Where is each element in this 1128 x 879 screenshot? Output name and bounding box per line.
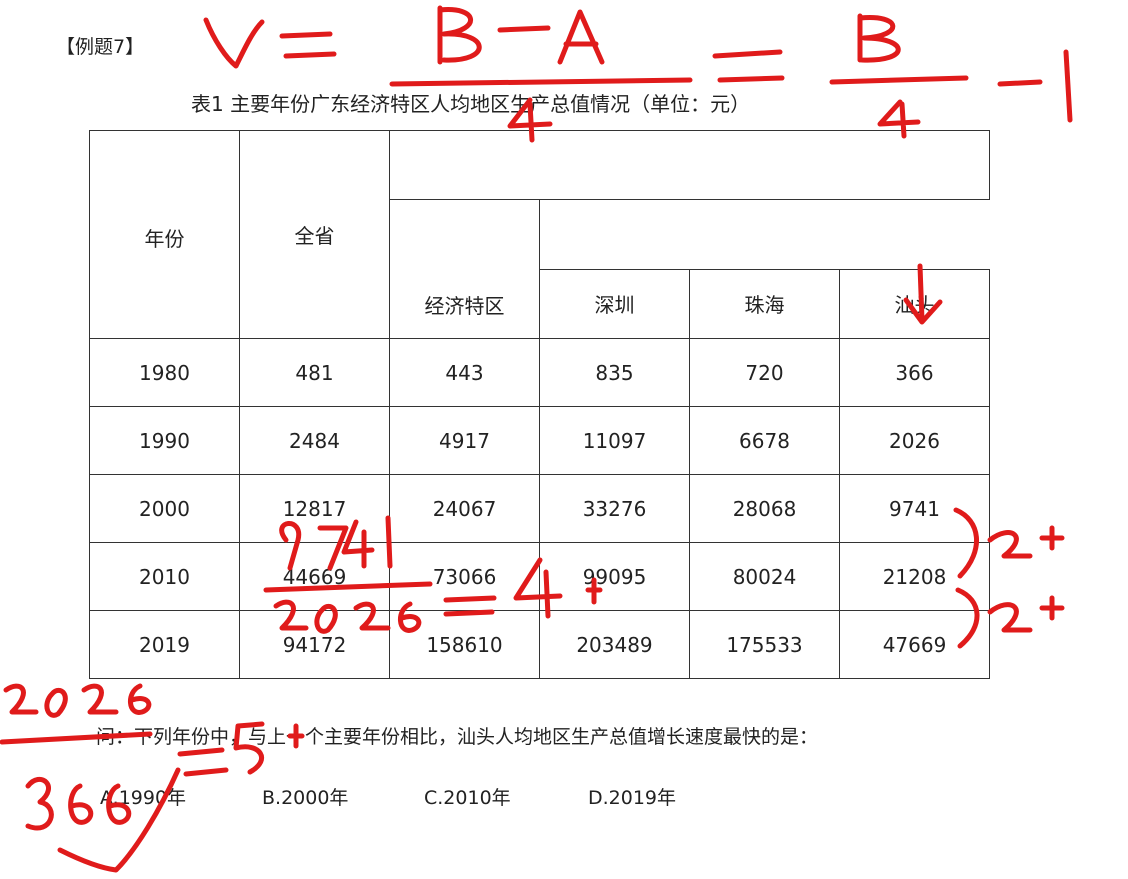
option-d: D.2019年: [588, 787, 677, 809]
option-c: C.2010年: [424, 787, 511, 809]
value-cell: 2026: [839, 406, 990, 475]
value-cell: 158610: [389, 610, 540, 679]
example-label: 【例题7】: [56, 36, 145, 58]
table-caption: 表1 主要年份广东经济特区人均地区生产总值情况（单位：元）: [191, 92, 751, 116]
ink-frac2-top: [857, 13, 901, 63]
value-cell: 175533: [689, 610, 840, 679]
ink-equals-1: [279, 31, 337, 59]
data-table: 年份 全省 经济特区 深圳 珠海 汕头 1980 481 443 835 720 366 1…: [89, 130, 990, 679]
year-cell: 1990: [89, 406, 240, 475]
header-zhuhai: 珠海: [689, 268, 840, 339]
header-blank-top: [389, 130, 990, 200]
value-cell: 481: [239, 338, 390, 407]
value-cell: 33276: [539, 474, 690, 543]
table-row: 2010 44669 73066 99095 80024 21208: [89, 542, 990, 611]
value-cell: 73066: [389, 542, 540, 611]
value-cell: 47669: [839, 610, 990, 679]
year-cell: 2000: [89, 474, 240, 543]
value-cell: 12817: [239, 474, 390, 543]
header-province: 全省: [239, 130, 390, 339]
year-cell: 1980: [89, 338, 240, 407]
table-row: 2000 12817 24067 33276 28068 9741: [89, 474, 990, 543]
table-body: 1980 481 443 835 720 366 1990 2484 4917 11097 6678…: [89, 338, 990, 679]
ink-mark-2010: [987, 525, 1065, 559]
ink-frac2-bar: [829, 75, 969, 85]
table-row: 1990 2484 4917 11097 6678 2026: [89, 406, 990, 475]
value-cell: 443: [389, 338, 540, 407]
ink-minus-one: [997, 49, 1073, 123]
value-cell: 366: [839, 338, 990, 407]
value-cell: 11097: [539, 406, 690, 475]
ink-mark-2019: [987, 595, 1065, 633]
value-cell: 21208: [839, 542, 990, 611]
header-year: 年份: [89, 130, 240, 339]
value-cell: 835: [539, 338, 690, 407]
value-cell: 24067: [389, 474, 540, 543]
year-cell: 2010: [89, 542, 240, 611]
ink-frac1-top: [437, 5, 605, 65]
header-shenzhen: 深圳: [539, 268, 690, 339]
option-b: B.2000年: [262, 787, 349, 809]
value-cell: 6678: [689, 406, 840, 475]
value-cell: 94172: [239, 610, 390, 679]
question-text: 问：下列年份中，与上一个主要年份相比，汕头人均地区生产总值增长速度最快的是：: [96, 726, 819, 748]
value-cell: 9741: [839, 474, 990, 543]
table-row: 2019 94172 158610 203489 175533 47669: [89, 610, 990, 679]
value-cell: 720: [689, 338, 840, 407]
header-shantou: 汕头: [839, 268, 990, 339]
value-cell: 4917: [389, 406, 540, 475]
ink-note-1990-top: [3, 683, 152, 718]
option-a: A.1990年: [100, 787, 187, 809]
table-row: 1980 481 443 835 720 366: [89, 338, 990, 407]
ink-frac1-bar: [389, 77, 693, 87]
ink-r: [203, 17, 265, 69]
ink-equals-2: [712, 49, 785, 83]
header-zone: 经济特区: [389, 199, 540, 339]
value-cell: 28068: [689, 474, 840, 543]
value-cell: 99095: [539, 542, 690, 611]
value-cell: 80024: [689, 542, 840, 611]
header-blank-mid: [539, 199, 990, 269]
value-cell: 2484: [239, 406, 390, 475]
value-cell: 203489: [539, 610, 690, 679]
value-cell: 44669: [239, 542, 390, 611]
year-cell: 2019: [89, 610, 240, 679]
